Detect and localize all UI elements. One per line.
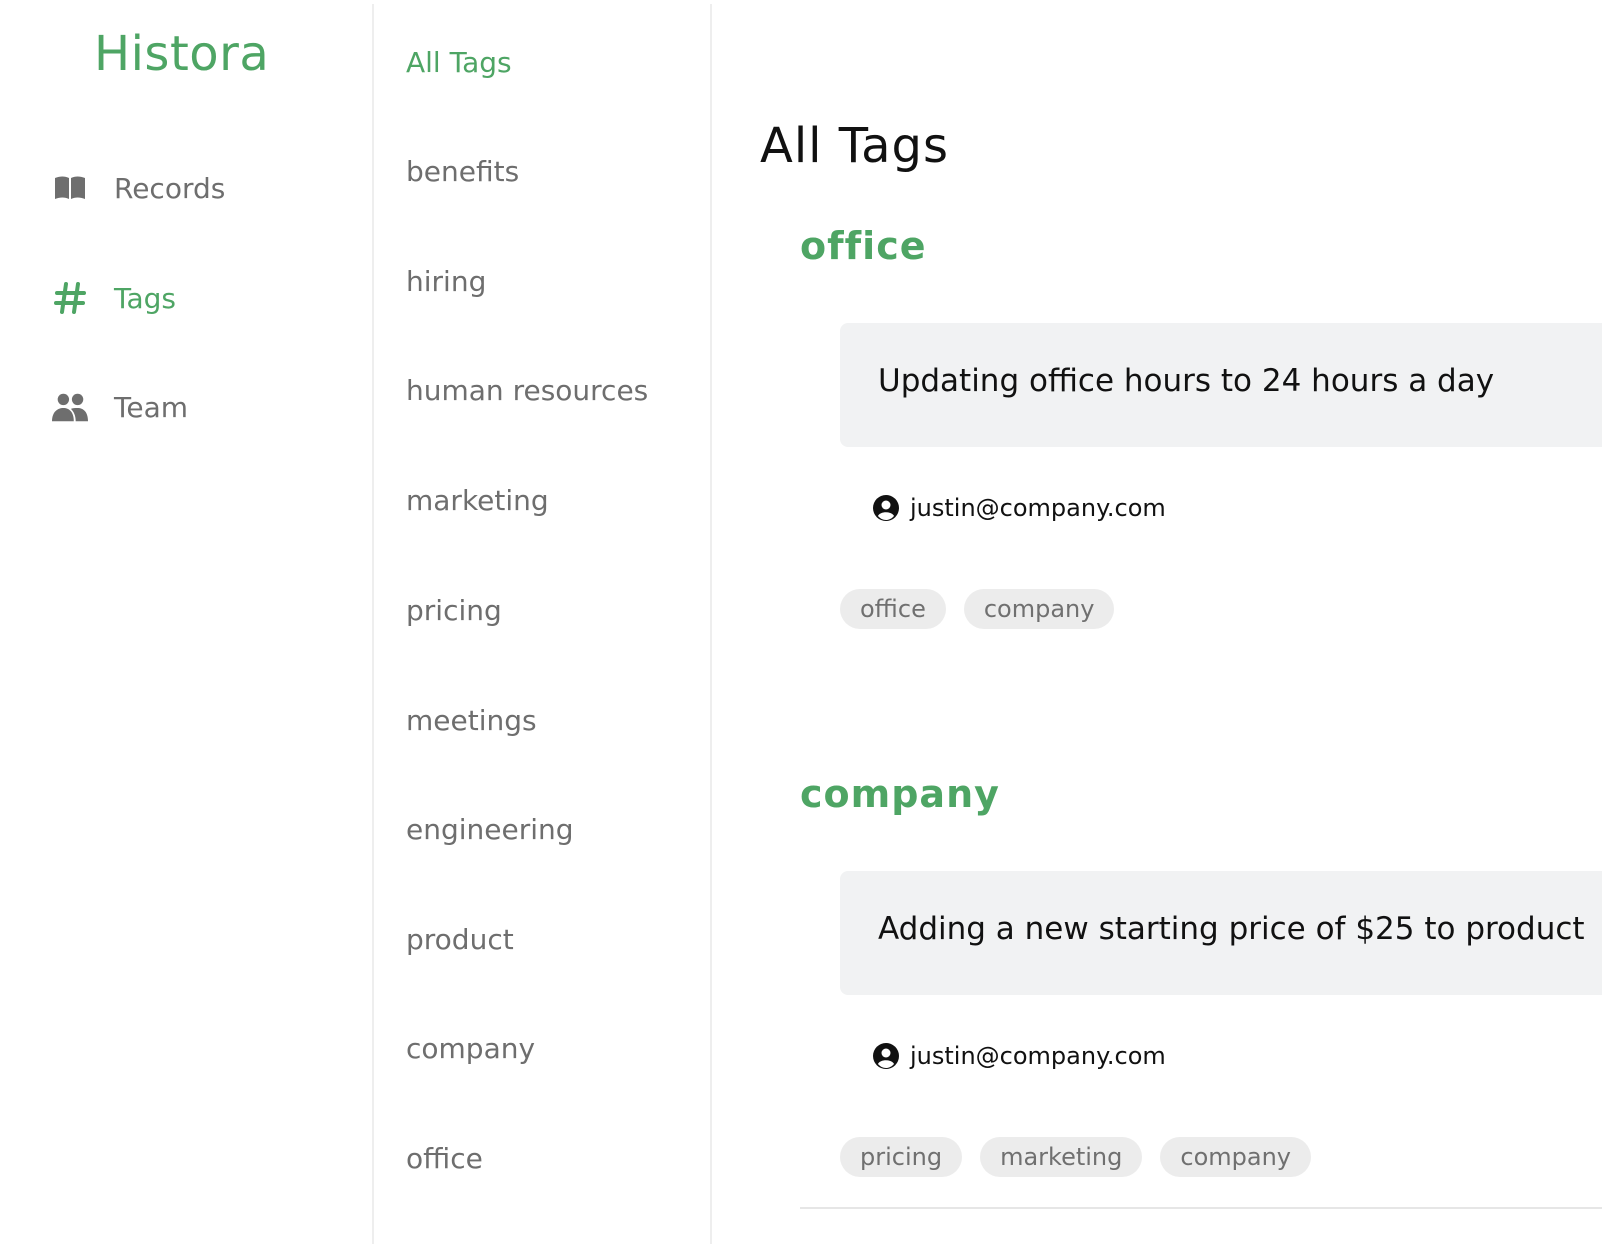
brand-logo[interactable]: Histora bbox=[94, 26, 269, 82]
tag-list: All Tags benefits hiring human resources… bbox=[372, 4, 712, 1244]
tag-link-engineering[interactable]: engineering bbox=[406, 813, 574, 846]
section-divider bbox=[800, 1207, 1602, 1209]
record-card[interactable]: Adding a new starting price of $25 to pr… bbox=[840, 871, 1602, 995]
book-icon bbox=[52, 170, 88, 206]
record-tags: office company bbox=[840, 589, 1115, 629]
tag-chip[interactable]: pricing bbox=[840, 1137, 963, 1177]
tag-link-company[interactable]: company bbox=[406, 1032, 535, 1065]
tag-link-product[interactable]: product bbox=[406, 923, 514, 956]
nav-item-team[interactable]: Team bbox=[52, 382, 188, 432]
section-title-office[interactable]: office bbox=[800, 224, 927, 268]
sidebar: Histora Records Tags Team bbox=[0, 0, 372, 1244]
nav-item-tags[interactable]: Tags bbox=[52, 273, 176, 323]
record-author: justin@company.com bbox=[872, 1042, 1166, 1070]
user-circle-icon bbox=[873, 1043, 899, 1069]
section-title-company[interactable]: company bbox=[800, 772, 1000, 816]
tag-link-office[interactable]: office bbox=[406, 1142, 483, 1175]
tag-link-marketing[interactable]: marketing bbox=[406, 484, 549, 517]
record-title: Adding a new starting price of $25 to pr… bbox=[878, 911, 1585, 947]
tag-link-pricing[interactable]: pricing bbox=[406, 594, 502, 627]
tag-link-all-tags[interactable]: All Tags bbox=[406, 46, 512, 79]
user-circle-icon bbox=[873, 495, 899, 521]
hash-icon bbox=[52, 280, 88, 316]
people-icon bbox=[52, 389, 88, 425]
tag-link-human-resources[interactable]: human resources bbox=[406, 374, 648, 407]
tag-chip[interactable]: company bbox=[963, 589, 1115, 629]
tag-chip[interactable]: marketing bbox=[980, 1137, 1143, 1177]
record-tags: pricing marketing company bbox=[840, 1137, 1311, 1177]
record-card[interactable]: Updating office hours to 24 hours a day bbox=[840, 323, 1602, 447]
page-title: All Tags bbox=[760, 118, 950, 174]
nav-label-tags: Tags bbox=[114, 281, 176, 315]
author-email: justin@company.com bbox=[910, 1042, 1166, 1070]
record-title: Updating office hours to 24 hours a day bbox=[878, 363, 1495, 399]
tag-link-benefits[interactable]: benefits bbox=[406, 155, 519, 188]
nav-label-team: Team bbox=[114, 390, 189, 424]
tag-chip[interactable]: office bbox=[840, 589, 946, 629]
tag-chip[interactable]: company bbox=[1160, 1137, 1311, 1177]
nav-item-records[interactable]: Records bbox=[52, 163, 225, 213]
author-email: justin@company.com bbox=[910, 494, 1166, 522]
main-content: All Tags office Updating office hours to… bbox=[714, 0, 1602, 1244]
app-window: Histora Records Tags Team All Tags benef… bbox=[0, 0, 1602, 1244]
tag-link-meetings[interactable]: meetings bbox=[406, 704, 537, 737]
nav-label-records: Records bbox=[114, 171, 226, 205]
record-author: justin@company.com bbox=[872, 494, 1166, 522]
tag-link-hiring[interactable]: hiring bbox=[406, 265, 486, 298]
